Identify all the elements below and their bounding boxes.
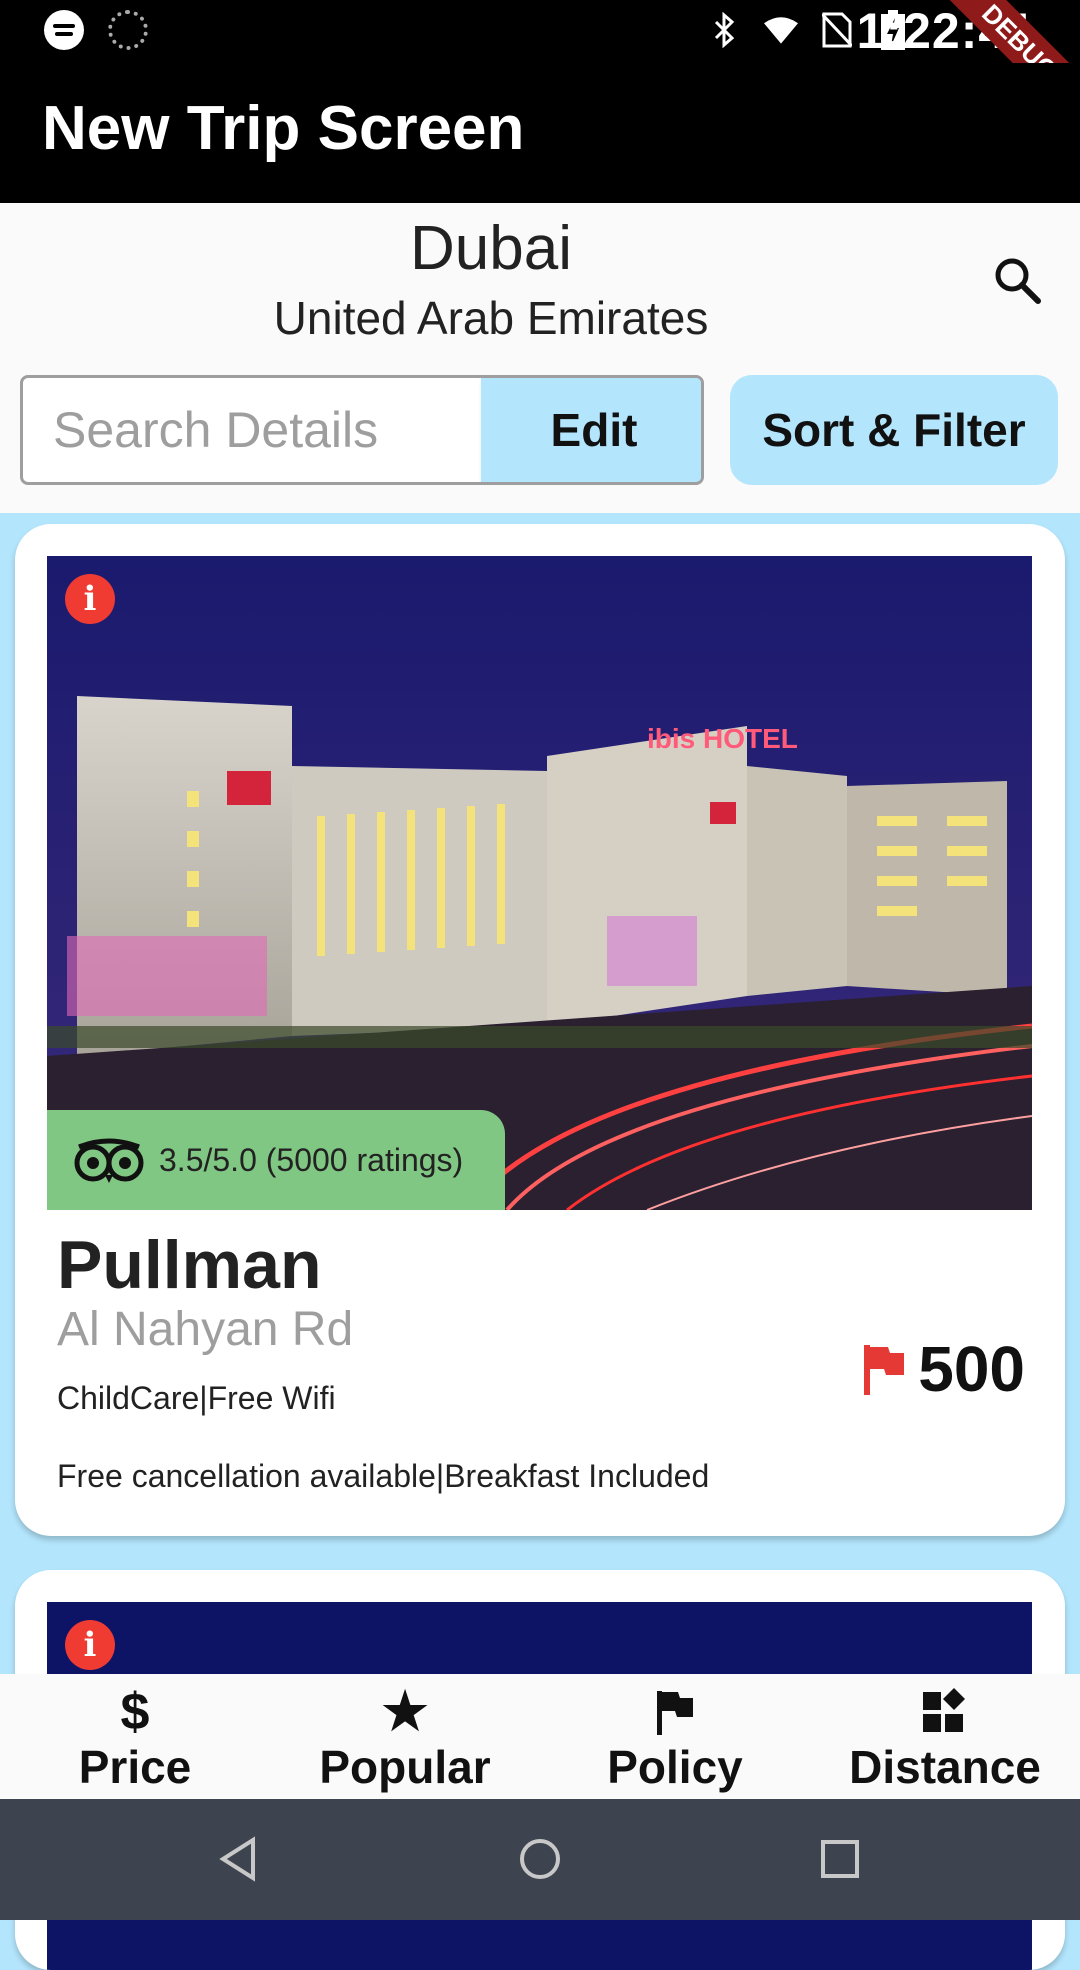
hotel-policies: Free cancellation available|Breakfast In… (57, 1458, 710, 1494)
nav-item-distance[interactable]: Distance (810, 1674, 1080, 1799)
back-icon[interactable] (215, 1834, 265, 1884)
flag-icon (649, 1686, 701, 1738)
recents-icon[interactable] (815, 1834, 865, 1884)
app-bar: New Trip Screen (0, 63, 1080, 203)
sort-filter-button[interactable]: Sort & Filter (730, 375, 1058, 485)
edit-button[interactable]: Edit (481, 378, 701, 482)
hotel-photo: ibis HOTEL i 3.5/5.0 (5000 ratings) (47, 556, 1032, 1210)
bottom-navigation: $ Price ★ Popular Policy Distance (0, 1674, 1080, 1799)
loading-icon (108, 10, 148, 50)
home-icon[interactable] (515, 1834, 565, 1884)
price-tag: 500 (862, 1332, 1025, 1406)
hotel-address: Al Nahyan Rd (57, 1303, 354, 1356)
system-navigation-bar (0, 1799, 1080, 1920)
search-icon[interactable] (990, 253, 1046, 309)
nav-label-policy: Policy (607, 1741, 743, 1793)
hotel-amenities: ChildCare|Free Wifi (57, 1380, 336, 1416)
tripadvisor-icon (74, 1138, 144, 1183)
nav-item-price[interactable]: $ Price (0, 1674, 270, 1799)
page-title: New Trip Screen (42, 94, 525, 163)
widgets-icon (919, 1686, 971, 1738)
bluetooth-icon (708, 10, 742, 50)
rating-text: 3.5/5.0 (5000 ratings) (159, 1141, 464, 1178)
star-icon: ★ (381, 1683, 429, 1741)
hotel-name: Pullman (57, 1227, 322, 1303)
spotify-icon (44, 10, 84, 50)
destination-country: United Arab Emirates (273, 292, 709, 344)
nav-label-popular: Popular (319, 1741, 491, 1793)
destination-header: Dubai United Arab Emirates Edit Sort & F… (0, 203, 1080, 513)
nav-item-popular[interactable]: ★ Popular (270, 1674, 540, 1799)
no-sim-icon (820, 10, 854, 50)
info-icon[interactable]: i (65, 1620, 115, 1670)
dollar-icon: $ (120, 1683, 150, 1741)
search-details-input[interactable] (23, 378, 481, 482)
nav-label-price: Price (78, 1741, 192, 1793)
nav-item-policy[interactable]: Policy (540, 1674, 810, 1799)
wifi-icon (764, 10, 798, 50)
hotel-sign-text: ibis HOTEL (647, 723, 798, 754)
rating-badge: 3.5/5.0 (5000 ratings) (47, 1110, 505, 1210)
info-icon[interactable]: i (65, 574, 115, 624)
search-details-box: Edit (20, 375, 704, 485)
destination-city: Dubai (410, 214, 572, 283)
hotel-card[interactable]: ibis HOTEL i 3.5/5.0 (5000 ratings) Pull… (15, 524, 1065, 1536)
nav-label-distance: Distance (849, 1741, 1041, 1793)
hotel-price: 500 (918, 1333, 1025, 1405)
status-bar: 1:22:41 DEBUG (0, 0, 1080, 141)
flag-icon (864, 1345, 905, 1395)
